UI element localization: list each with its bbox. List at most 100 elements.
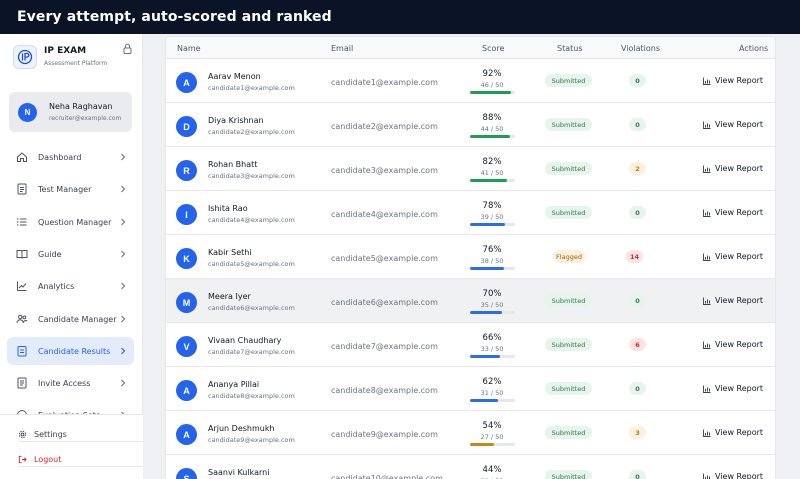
chevron-right-icon bbox=[121, 185, 126, 193]
chart-line-icon bbox=[17, 281, 27, 292]
view-report-button[interactable]: View Report bbox=[703, 428, 763, 437]
violations-badge: 0 bbox=[629, 470, 646, 479]
header-score[interactable]: Score bbox=[482, 44, 504, 53]
status-badge: Submitted bbox=[545, 338, 592, 351]
avatar: N bbox=[18, 103, 37, 122]
view-report-button[interactable]: View Report bbox=[703, 208, 763, 217]
view-report-button[interactable]: View Report bbox=[703, 252, 763, 261]
bar-chart-icon bbox=[703, 429, 711, 437]
violations-badge: 0 bbox=[629, 382, 646, 395]
app-logo[interactable] bbox=[13, 45, 37, 69]
chevron-right-icon bbox=[121, 250, 126, 258]
sidebar-item-invite-access[interactable]: Invite Access bbox=[7, 369, 134, 397]
score-progress-bar bbox=[470, 443, 515, 446]
candidate-subtext: candidate1@example.com bbox=[208, 84, 295, 92]
score-progress-fill bbox=[470, 135, 510, 138]
chevron-right-icon bbox=[121, 347, 126, 355]
score-progress-fill bbox=[470, 355, 500, 358]
sidebar-item-guide[interactable]: Guide bbox=[7, 240, 134, 268]
view-report-label: View Report bbox=[715, 208, 764, 217]
sidebar-item-label: Test Manager bbox=[38, 185, 92, 195]
score-fraction: 38 / 50 bbox=[480, 257, 504, 265]
sidebar-item-test-manager[interactable]: Test Manager bbox=[7, 175, 134, 203]
table-row[interactable]: SSaanvi Kulkarnicandidate10@example.comc… bbox=[166, 455, 775, 479]
ip-logo-icon bbox=[17, 49, 33, 65]
score-fraction: 46 / 50 bbox=[480, 81, 504, 89]
book-icon bbox=[16, 249, 28, 259]
table-row[interactable]: A Ananya Pillai candidate8@example.com cand… bbox=[166, 367, 775, 411]
header-violations[interactable]: Violations bbox=[621, 44, 660, 53]
table-row[interactable]: A Arjun Deshmukh candidate9@example.com can… bbox=[166, 411, 775, 455]
table-row[interactable]: M Meera Iyer candidate6@example.com candida… bbox=[166, 279, 775, 323]
score-percent: 76% bbox=[482, 245, 502, 255]
candidate-name: Rohan Bhatt bbox=[208, 160, 258, 169]
score-percent: 44% bbox=[482, 465, 502, 475]
candidate-name: Kabir Sethi bbox=[208, 248, 252, 257]
score-progress-bar bbox=[470, 223, 515, 226]
view-report-label: View Report bbox=[715, 472, 764, 479]
header-status[interactable]: Status bbox=[557, 44, 583, 53]
bar-chart-icon bbox=[703, 473, 710, 479]
view-report-label: View Report bbox=[715, 340, 764, 349]
status-badge: Submitted bbox=[545, 118, 592, 131]
status-badge: Submitted bbox=[545, 74, 592, 87]
sidebar-item-label: Question Manager bbox=[38, 217, 112, 227]
table-row[interactable]: K Kabir Sethi candidate5@example.com candid… bbox=[166, 235, 775, 279]
candidate-email: candidate2@example.com bbox=[331, 122, 438, 131]
sidebar-item-dashboard[interactable]: Dashboard bbox=[7, 143, 134, 171]
table-row[interactable]: V Vivaan Chaudhary candidate7@example.com c… bbox=[166, 323, 775, 367]
candidate-email: candidate3@example.com bbox=[331, 166, 438, 175]
view-report-button[interactable]: View Report bbox=[703, 384, 763, 393]
user-card[interactable]: N Neha Raghavan recruiter@example.com bbox=[9, 92, 132, 132]
invite-icon bbox=[17, 377, 27, 389]
header-name[interactable]: Name bbox=[177, 44, 201, 53]
view-report-label: View Report bbox=[715, 384, 764, 393]
status-badge: Submitted bbox=[545, 294, 592, 307]
candidate-name: Arjun Deshmukh bbox=[208, 424, 275, 433]
sidebar-item-label: Analytics bbox=[38, 282, 75, 292]
sidebar-item-question-manager[interactable]: Question Manager bbox=[7, 208, 134, 236]
settings-label: Settings bbox=[34, 430, 67, 439]
table-row[interactable]: D Diya Krishnan candidate2@example.com cand… bbox=[166, 103, 775, 147]
score-progress-bar bbox=[470, 135, 515, 138]
bar-chart-icon bbox=[703, 297, 711, 305]
lock-icon[interactable] bbox=[123, 43, 132, 54]
home-icon bbox=[17, 152, 27, 162]
view-report-button[interactable]: View Report bbox=[703, 340, 763, 349]
status-badge: Submitted bbox=[545, 162, 592, 175]
table-row[interactable]: R Rohan Bhatt candidate3@example.com candid… bbox=[166, 147, 775, 191]
candidate-name: Aarav Menon bbox=[208, 72, 261, 81]
sidebar-item-candidate-results[interactable]: Candidate Results bbox=[7, 336, 134, 365]
bar-chart-icon bbox=[703, 385, 711, 393]
score-percent: 92% bbox=[482, 69, 502, 79]
view-report-button[interactable]: View Report bbox=[703, 76, 763, 85]
view-report-button[interactable]: View Report bbox=[703, 164, 763, 173]
sidebar-item-analytics[interactable]: Analytics bbox=[7, 272, 134, 300]
avatar: V bbox=[176, 336, 197, 357]
header-email[interactable]: Email bbox=[331, 44, 353, 53]
score-progress-bar bbox=[470, 91, 515, 94]
view-report-button[interactable]: View Report bbox=[703, 296, 763, 305]
sidebar: IP EXAM Assessment Platform N Neha Ragha… bbox=[0, 34, 629, 479]
candidate-email: candidate10@example.com bbox=[331, 474, 443, 479]
table-row[interactable]: A Aarav Menon candidate1@example.com candid… bbox=[166, 59, 775, 103]
view-report-label: View Report bbox=[715, 428, 764, 437]
bar-chart-icon bbox=[703, 209, 711, 217]
candidate-subtext: candidate7@example.com bbox=[208, 348, 295, 356]
avatar: R bbox=[176, 160, 197, 181]
sidebar-item-label: Candidate Manager bbox=[38, 314, 117, 324]
results-icon bbox=[17, 345, 27, 357]
sidebar-item-candidate-manager[interactable]: Candidate Manager bbox=[7, 305, 134, 333]
candidate-email: candidate7@example.com bbox=[331, 342, 438, 351]
app-name: IP EXAM bbox=[44, 46, 87, 56]
candidate-name: Ishita Rao bbox=[208, 204, 248, 213]
score-percent: 66% bbox=[482, 333, 502, 343]
avatar: I bbox=[176, 204, 197, 225]
logout-label: Logout bbox=[34, 455, 62, 464]
score-progress-fill bbox=[470, 267, 505, 270]
view-report-button[interactable]: View Report bbox=[703, 120, 763, 129]
status-badge: Submitted bbox=[545, 206, 592, 219]
sidebar-footer: Settings Logout bbox=[0, 414, 629, 479]
table-row[interactable]: I Ishita Rao candidate4@example.com candida… bbox=[166, 191, 775, 235]
view-report-button[interactable]: View Report bbox=[703, 472, 763, 479]
